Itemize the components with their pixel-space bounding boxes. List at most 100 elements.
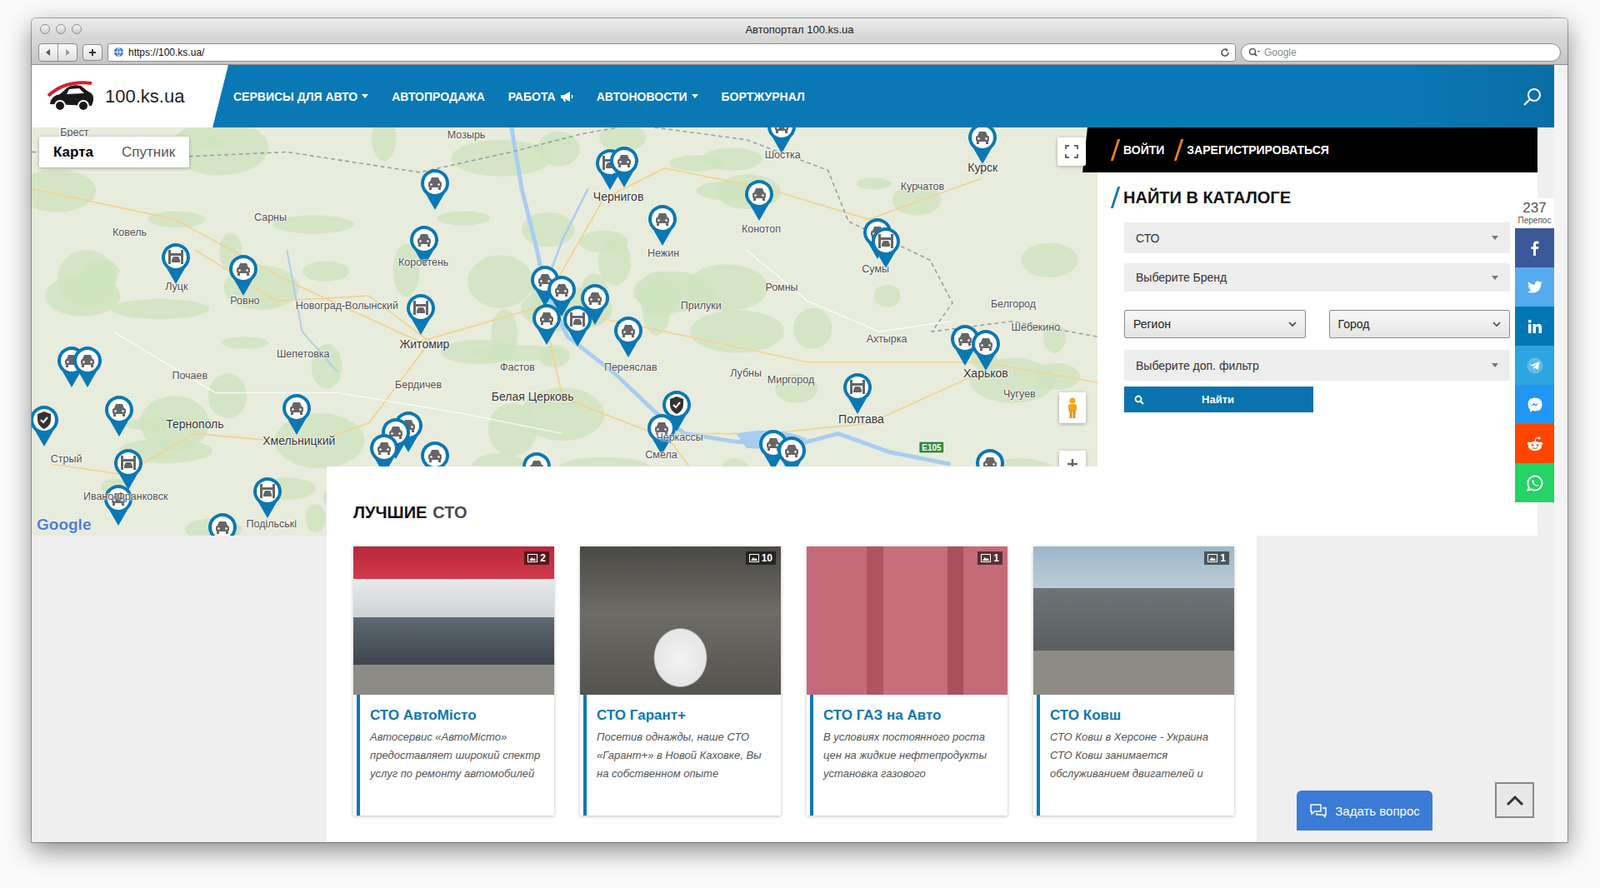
card-title[interactable]: СТО Гарант+	[596, 706, 773, 725]
city-label: Хмельницкий	[262, 434, 335, 448]
share-button[interactable]	[1515, 228, 1555, 268]
share-button[interactable]	[1515, 267, 1555, 307]
map-pin[interactable]	[869, 225, 903, 270]
service-card[interactable]: 1СТО ГАЗ на АвтоВ условиях постоянного р…	[806, 546, 1008, 816]
map-pin[interactable]	[70, 345, 105, 389]
map-pin[interactable]	[159, 241, 193, 285]
forward-icon	[63, 48, 72, 57]
map-type-tab[interactable]: Спутник	[107, 136, 190, 168]
map-type-tab[interactable]: Карта	[39, 136, 108, 168]
share-button[interactable]	[1515, 345, 1555, 385]
forward-button[interactable]	[57, 44, 77, 61]
new-tab-button[interactable]	[82, 44, 103, 61]
map-pin[interactable]	[969, 328, 1003, 372]
facebook-icon	[1525, 240, 1545, 257]
main-nav: СЕРВИСЫ ДЛЯ АВТО АВТОПРОДАЖА РАБОТА АВТОНОВ…	[228, 65, 1401, 128]
service-photo[interactable]: 1	[1033, 546, 1235, 695]
fullscreen-button[interactable]	[1057, 137, 1086, 166]
card-title[interactable]: СТО ГАЗ на Авто	[823, 706, 1000, 725]
close-button[interactable]	[40, 24, 50, 35]
map-pin[interactable]	[280, 392, 314, 436]
city-label: Сарны	[254, 211, 287, 224]
back-button[interactable]	[39, 44, 58, 61]
photo-count-badge: 1	[977, 551, 1003, 565]
photo-count: 1	[1220, 552, 1226, 565]
map-pin[interactable]	[226, 253, 260, 297]
card-title[interactable]: СТО Ковш	[1050, 706, 1226, 725]
service-card[interactable]: 1СТО КовшСТО Ковш в Херсоне - Украина СТ…	[1033, 546, 1235, 816]
street-view-button[interactable]	[1059, 392, 1086, 424]
site-logo[interactable]: 100.ks.ua	[31, 65, 229, 128]
city-label: Шостка	[765, 149, 801, 161]
map-pin[interactable]	[645, 203, 680, 247]
tab-label: Спутник	[121, 144, 175, 161]
heading-accent: СТО	[432, 502, 467, 536]
scrollbar	[1554, 65, 1568, 843]
share-button[interactable]	[1515, 463, 1555, 503]
nav-label: БОРТЖУРНАЛ	[721, 90, 805, 104]
share-button[interactable]	[1515, 385, 1555, 425]
card-description: Посетив однажды, наше СТО «Гарант+» в Но…	[596, 728, 773, 784]
nav-label: АВТОПРОДАЖА	[391, 90, 485, 104]
nav-item[interactable]: АВТОНОВОСТИ	[596, 90, 699, 104]
tab-label: Карта	[53, 144, 94, 161]
ask-question-button[interactable]: Задать вопрос	[1296, 790, 1433, 831]
nav-item[interactable]: АВТОПРОДАЖА	[391, 90, 485, 104]
share-button[interactable]	[1515, 306, 1555, 346]
map-pin[interactable]	[101, 483, 135, 527]
map-pin[interactable]	[611, 315, 645, 359]
select-field[interactable]: Выберите Бренд	[1124, 263, 1510, 292]
map-pin[interactable]	[31, 404, 61, 448]
map-pin[interactable]	[404, 292, 438, 336]
select-field[interactable]: Выберите доп. фильтр	[1124, 350, 1510, 381]
address-bar[interactable]: https://100.ks.ua/	[107, 43, 1236, 62]
nav-label: АВТОНОВОСТИ	[596, 90, 688, 104]
register-link[interactable]: ЗАРЕГИСТРИРОВАТЬСЯ	[1186, 143, 1330, 157]
city-label: Лубны	[730, 367, 762, 380]
city-label: Ромны	[765, 281, 798, 294]
select-value: Регион	[1133, 317, 1171, 331]
map-pin[interactable]	[840, 371, 875, 415]
service-photo[interactable]: 2	[353, 546, 555, 695]
map-pin[interactable]	[418, 167, 452, 211]
service-card[interactable]: 10 СТО Гарант+ Посетив однажды, наше СТО «…	[580, 546, 781, 816]
map-pin[interactable]	[102, 394, 136, 438]
card-title[interactable]: СТО АвтоМісто	[370, 706, 546, 725]
catalog-form: НАЙТИ В КАТАЛОГЕСТОВыберите БрендРегионГ…	[1097, 172, 1538, 413]
minimize-button[interactable]	[55, 24, 66, 35]
search-button[interactable]	[1522, 86, 1543, 107]
search-icon	[1248, 47, 1260, 58]
service-card[interactable]: 2СТО АвтоМістоАвтосервис «АвтоМісто» пре…	[353, 546, 555, 816]
select-field[interactable]: СТО	[1124, 222, 1510, 254]
logo-text: 100.ks.ua	[105, 85, 185, 108]
megaphone-icon	[560, 90, 574, 103]
scroll-top-button[interactable]	[1495, 782, 1535, 819]
map-pin[interactable]	[250, 475, 285, 520]
search-field[interactable]: Google	[1240, 43, 1561, 62]
share-button[interactable]	[1515, 424, 1555, 464]
map-pin[interactable]	[205, 511, 240, 536]
find-button[interactable]: Найти	[1124, 386, 1314, 413]
service-photo[interactable]: 1	[806, 546, 1008, 695]
nav-item[interactable]: БОРТЖУРНАЛ	[721, 90, 805, 104]
map-pin[interactable]	[560, 304, 595, 348]
nav-item[interactable]: РАБОТА	[508, 90, 574, 104]
google-logo: Google	[36, 515, 91, 535]
map-pin[interactable]	[607, 145, 641, 189]
city-label: Смела	[645, 449, 677, 461]
select-field[interactable]: Регион	[1124, 310, 1306, 339]
image-icon	[527, 554, 538, 563]
zoom-button[interactable]	[71, 24, 82, 35]
search-icon	[1134, 395, 1145, 405]
select-value: Выберите доп. фильтр	[1135, 359, 1260, 373]
select-field[interactable]: Город	[1329, 310, 1511, 339]
chevron-up-icon	[1505, 795, 1525, 807]
map-pin[interactable]	[742, 178, 776, 222]
map-pin[interactable]	[965, 127, 1000, 165]
map-pin[interactable]	[530, 302, 564, 346]
button-label: Найти	[1150, 393, 1304, 406]
login-link[interactable]: ВОЙТИ	[1123, 143, 1165, 157]
nav-item[interactable]: СЕРВИСЫ ДЛЯ АВТО	[233, 90, 369, 104]
map-pin[interactable]	[111, 447, 145, 491]
service-photo[interactable]: 10	[580, 546, 781, 695]
